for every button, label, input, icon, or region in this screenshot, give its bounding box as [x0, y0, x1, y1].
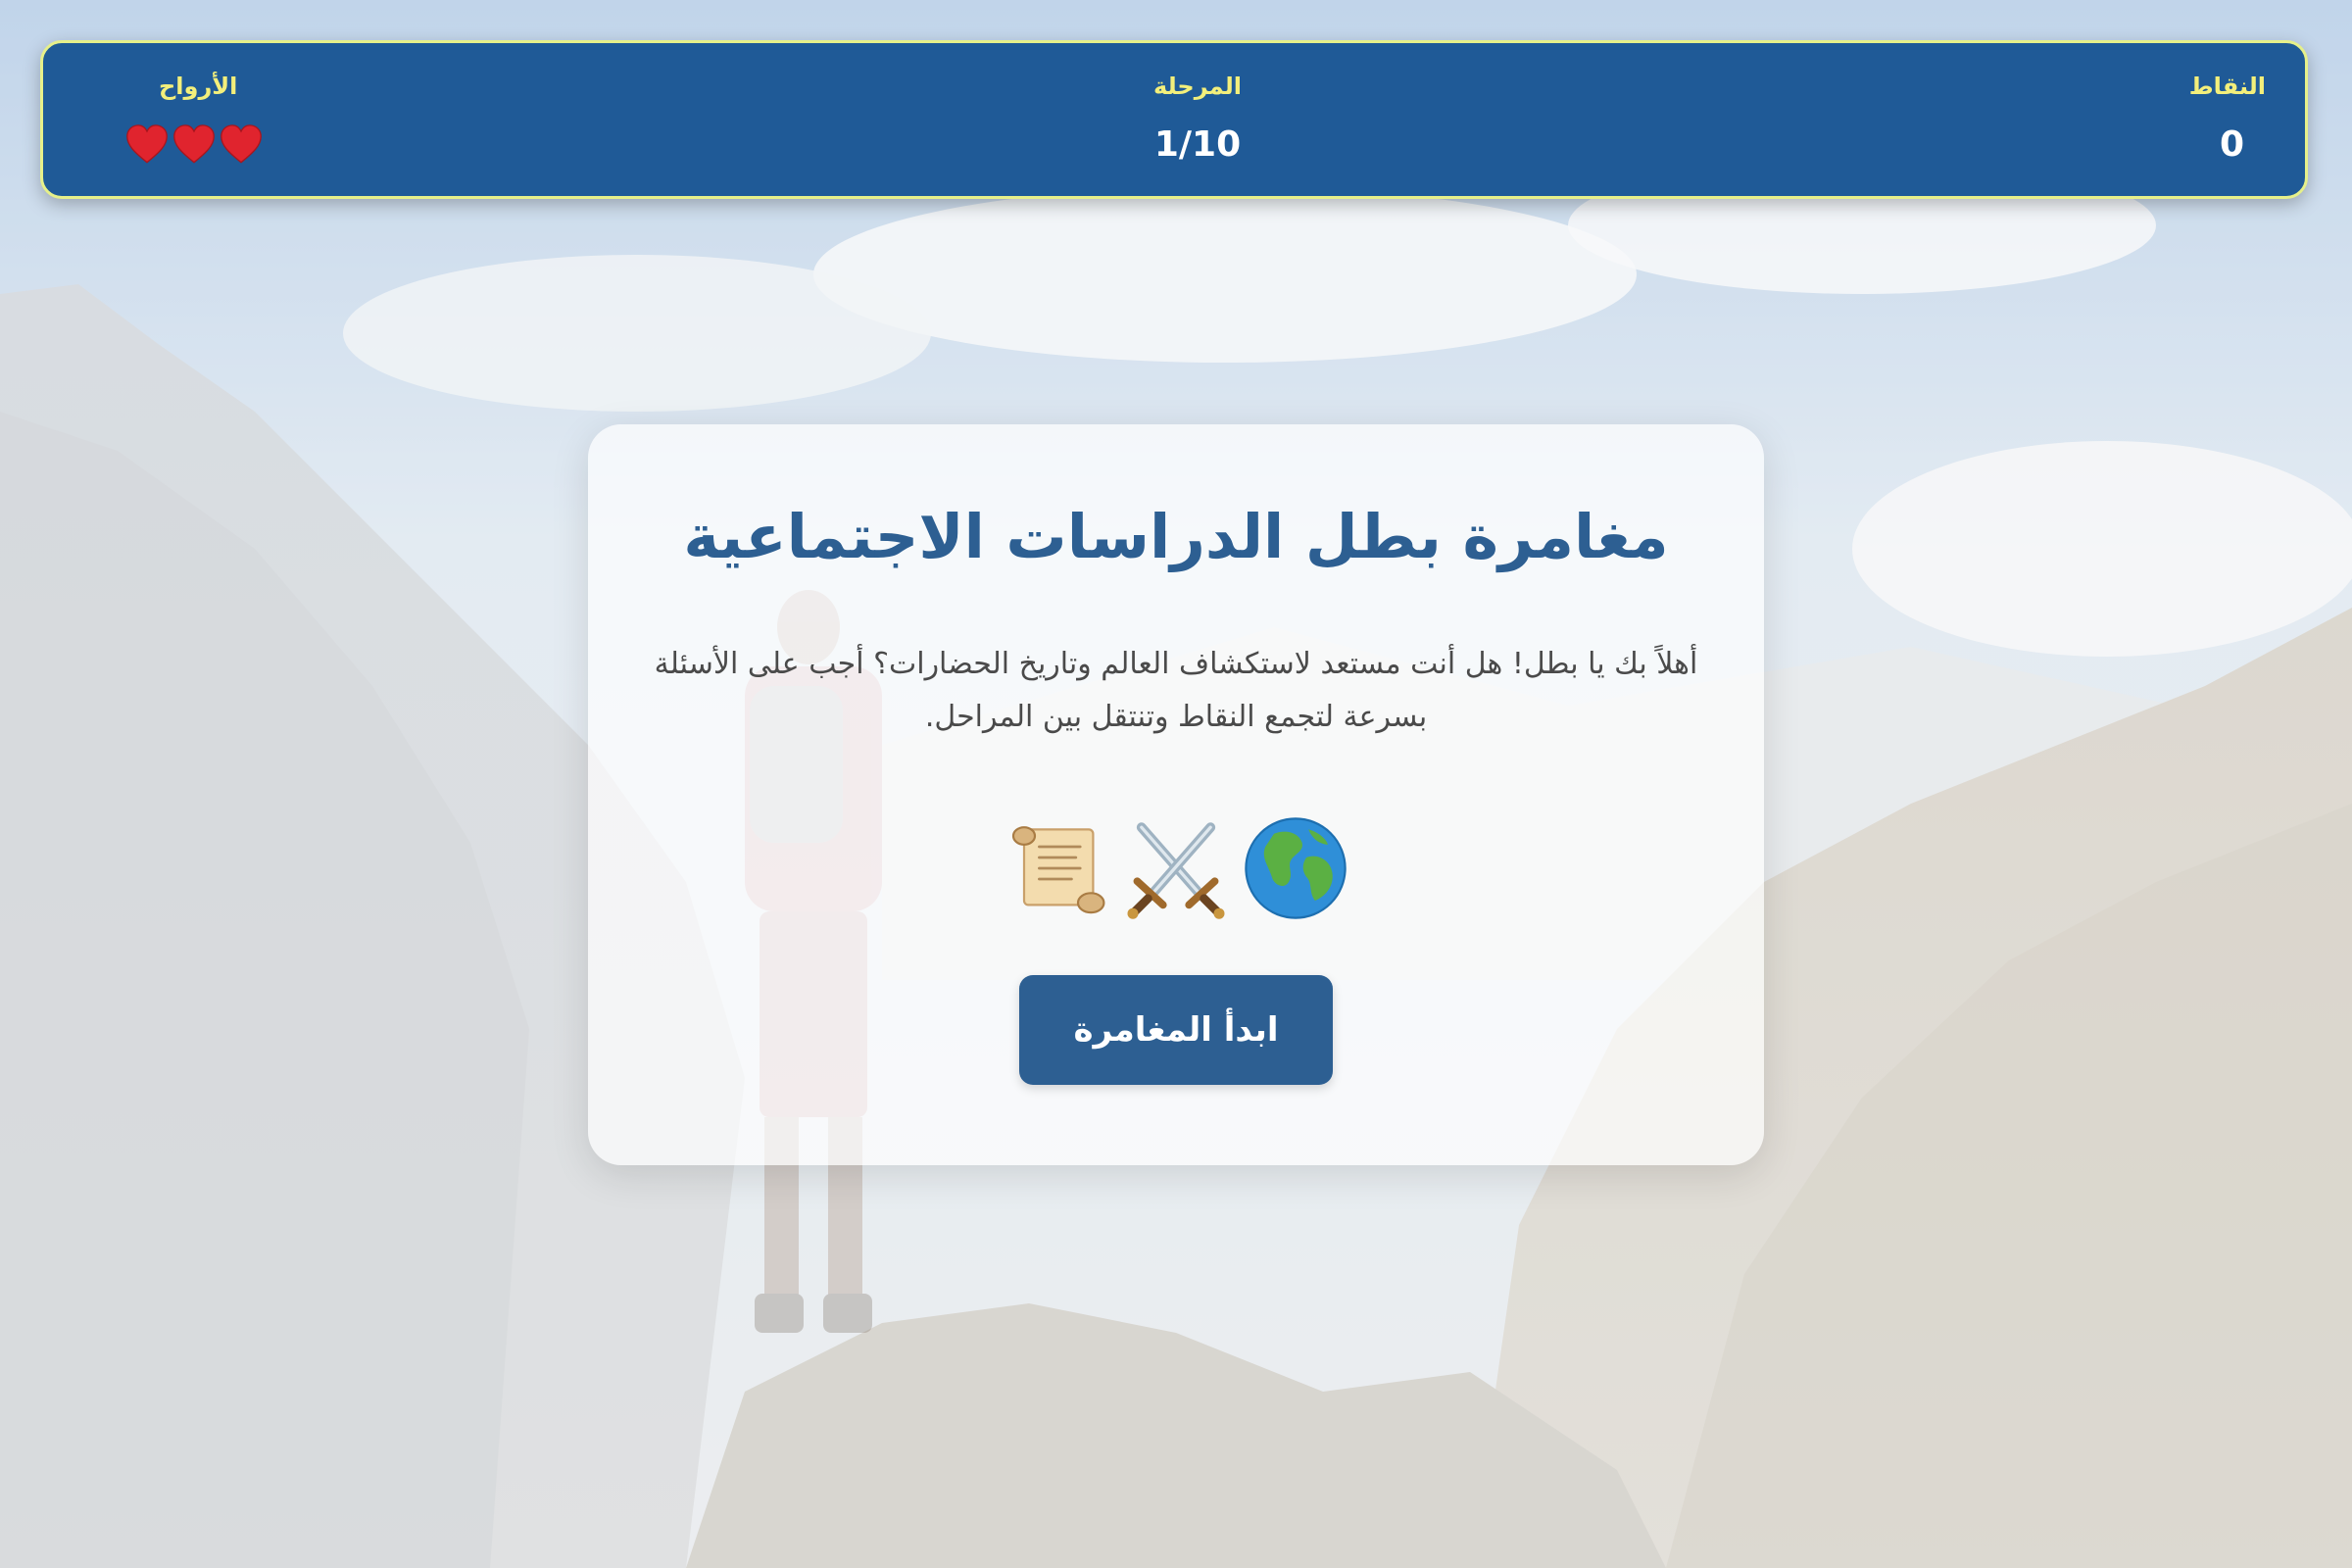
- game-screen: النقاط 0 المرحلة 1/10 الأرواح مغامرة بطل…: [0, 0, 2352, 1568]
- scroll-icon: [1011, 826, 1105, 914]
- theme-icons: [588, 814, 1764, 922]
- start-adventure-button[interactable]: ابدأ المغامرة: [1019, 975, 1333, 1085]
- heart-icon: [126, 124, 168, 164]
- game-hud: النقاط 0 المرحلة 1/10 الأرواح: [40, 40, 2308, 199]
- stage-label: المرحلة: [1153, 73, 1242, 100]
- lives-hearts: [125, 123, 263, 165]
- score-panel: النقاط 0: [2148, 43, 2266, 196]
- heart-icon: [220, 124, 262, 164]
- globe-icon: [1245, 817, 1347, 919]
- lives-label: الأرواح: [159, 73, 238, 100]
- stage-value: 1/10: [1153, 124, 1242, 165]
- lives-panel: الأرواح: [82, 43, 278, 196]
- intro-card: مغامرة بطل الدراسات الاجتماعية أهلاً بك …: [588, 424, 1764, 1165]
- intro-description: أهلاً بك يا بطل! هل أنت مستعد لاستكشاف ا…: [654, 647, 1698, 734]
- heart-icon: [173, 124, 215, 164]
- stage-panel: المرحلة 1/10: [1100, 43, 1296, 196]
- game-title: مغامرة بطل الدراسات الاجتماعية: [683, 501, 1669, 572]
- score-label: النقاط: [2188, 73, 2266, 100]
- score-value: 0: [2219, 124, 2244, 165]
- crossed-swords-icon: [1127, 822, 1225, 919]
